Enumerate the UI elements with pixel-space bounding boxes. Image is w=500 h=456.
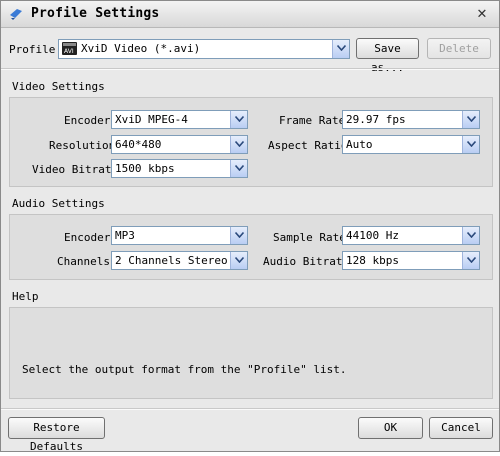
- audio-bitrate-select[interactable]: 128 kbps: [342, 251, 480, 270]
- audio-encoder-select[interactable]: MP3: [111, 226, 248, 245]
- ok-button[interactable]: OK: [358, 417, 423, 439]
- video-encoder-value: XviD MPEG-4: [115, 113, 188, 126]
- title-bar[interactable]: Profile Settings ✕: [1, 1, 499, 28]
- frame-rate-label: Frame Rate:: [279, 114, 352, 127]
- chevron-down-icon[interactable]: [230, 160, 247, 177]
- resolution-select[interactable]: 640*480: [111, 135, 248, 154]
- save-as-button[interactable]: Save as...: [356, 38, 419, 74]
- chevron-down-icon[interactable]: [230, 111, 247, 128]
- chevron-down-icon[interactable]: [230, 136, 247, 153]
- chevron-down-icon[interactable]: [462, 252, 479, 269]
- video-bitrate-select[interactable]: 1500 kbps: [111, 159, 248, 178]
- video-settings-title: Video Settings: [12, 80, 105, 93]
- svg-text:AVI: AVI: [64, 48, 74, 55]
- chevron-down-icon[interactable]: [462, 227, 479, 244]
- profile-value: XviD Video (*.avi): [81, 42, 201, 55]
- divider: [1, 408, 499, 410]
- help-title: Help: [12, 290, 39, 303]
- audio-encoder-value: MP3: [115, 229, 135, 242]
- chevron-down-icon[interactable]: [462, 111, 479, 128]
- help-text: Select the output format from the "Profi…: [22, 363, 347, 376]
- resolution-value: 640*480: [115, 138, 162, 151]
- delete-button[interactable]: Delete: [427, 38, 491, 59]
- chevron-down-icon[interactable]: [230, 227, 247, 244]
- channels-label: Channels:: [57, 255, 117, 268]
- sample-rate-label: Sample Rate:: [273, 231, 353, 244]
- aspect-ratio-select[interactable]: Auto: [342, 135, 480, 154]
- channels-value: 2 Channels Stereo: [115, 254, 228, 267]
- cancel-button[interactable]: Cancel: [429, 417, 493, 439]
- profile-label: Profile:: [9, 43, 62, 56]
- window-title: Profile Settings: [31, 6, 160, 21]
- audio-settings-title: Audio Settings: [12, 197, 105, 210]
- divider: [1, 68, 499, 70]
- frame-rate-value: 29.97 fps: [346, 113, 406, 126]
- chevron-down-icon[interactable]: [332, 40, 349, 58]
- restore-defaults-button[interactable]: Restore Defaults: [8, 417, 105, 453]
- chevron-down-icon[interactable]: [230, 252, 247, 269]
- channels-select[interactable]: 2 Channels Stereo: [111, 251, 248, 270]
- audio-bitrate-value: 128 kbps: [346, 254, 399, 267]
- sample-rate-select[interactable]: 44100 Hz: [342, 226, 480, 245]
- close-icon[interactable]: ✕: [473, 4, 491, 22]
- sample-rate-value: 44100 Hz: [346, 229, 399, 242]
- help-panel: Select the output format from the "Profi…: [9, 307, 493, 399]
- avi-format-icon: AVI: [62, 42, 77, 55]
- video-encoder-label: Encoder:: [64, 114, 117, 127]
- frame-rate-select[interactable]: 29.97 fps: [342, 110, 480, 129]
- aspect-ratio-value: Auto: [346, 138, 373, 151]
- video-encoder-select[interactable]: XviD MPEG-4: [111, 110, 248, 129]
- chevron-down-icon[interactable]: [462, 136, 479, 153]
- profile-settings-dialog: Profile Settings ✕ Profile: AVI XviD Vid…: [0, 0, 500, 453]
- audio-encoder-label: Encoder:: [64, 231, 117, 244]
- audio-settings-panel: [9, 214, 493, 280]
- profile-select[interactable]: AVI XviD Video (*.avi): [58, 39, 350, 59]
- video-bitrate-value: 1500 kbps: [115, 162, 175, 175]
- app-logo-icon: [10, 9, 22, 20]
